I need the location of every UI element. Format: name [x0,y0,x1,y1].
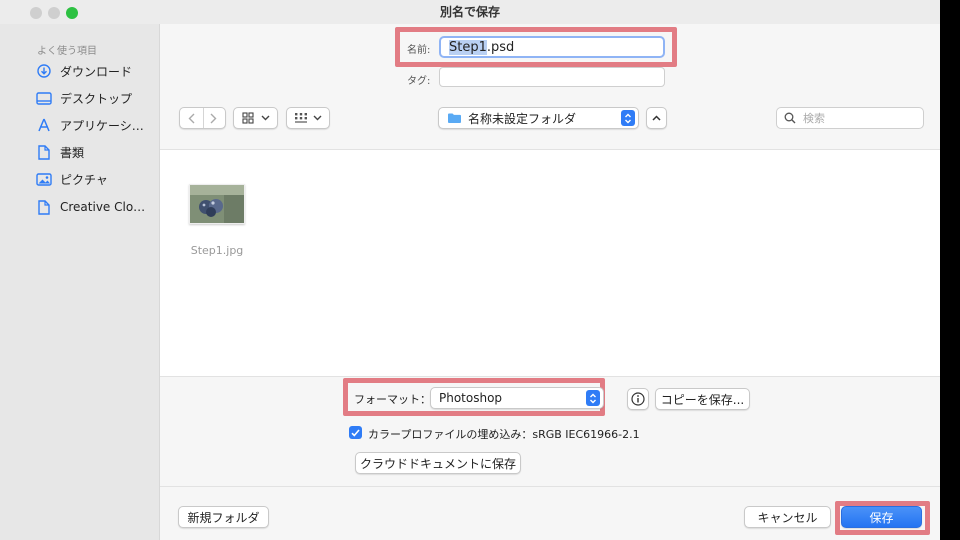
desktop-icon [36,90,52,106]
chevron-left-icon [188,113,195,123]
location-label: 名称未設定フォルダ [468,111,577,126]
cancel-button[interactable]: キャンセル [744,506,831,528]
forward-button[interactable] [203,108,226,128]
sidebar-item-downloads[interactable]: ダウンロード [36,61,156,81]
sidebar-item-label: アプリケーシ… [60,118,144,133]
minimize-window-button[interactable] [48,7,60,19]
close-window-button[interactable] [30,7,42,19]
footer-bar: 新規フォルダ キャンセル 保存 [160,486,940,540]
chevron-down-icon [313,115,322,121]
zoom-window-button[interactable] [66,7,78,19]
pictures-icon [36,171,52,187]
save-as-dialog: 別名で保存 よく使う項目 ダウンロード デスクトップ アプリケーシ… 書類 ピク… [0,0,940,540]
search-field[interactable]: 検索 [776,107,924,129]
sidebar-item-label: ピクチャ [60,172,108,187]
embed-profile-checkbox[interactable] [349,426,362,439]
sidebar-item-label: ダウンロード [60,64,133,79]
document-icon [36,144,52,160]
folder-icon [448,113,461,123]
main-panel: 名前: Step1.psd タグ: 名称未設定フォルダ 検索 Step1.jpg… [160,24,940,540]
tags-label: タグ: [407,76,431,87]
sidebar-item-creative-cloud[interactable]: Creative Clo… [36,197,156,217]
tags-field[interactable] [439,67,665,87]
back-button[interactable] [180,108,203,128]
title-bar: 別名で保存 [0,0,940,24]
sidebar: よく使う項目 ダウンロード デスクトップ アプリケーシ… 書類 ピクチャ Cre… [0,24,160,540]
format-value: Photoshop [439,391,503,405]
sidebar-item-label: 書類 [60,145,85,160]
chevron-right-icon [210,113,217,123]
format-label: フォーマット： [354,393,431,406]
file-thumbnail-image [190,185,244,223]
file-item[interactable] [189,184,245,224]
save-highlight-box [835,501,930,535]
grid-icon [241,112,254,124]
file-icon [36,199,52,215]
search-placeholder: 検索 [803,112,825,125]
group-mode-button[interactable] [286,107,330,129]
sidebar-item-label: デスクトップ [60,91,133,106]
sidebar-item-applications[interactable]: アプリケーシ… [36,115,156,135]
info-button[interactable] [627,388,649,410]
chevron-down-icon [261,115,269,121]
save-to-cloud-button[interactable]: クラウドドキュメントに保存 [355,452,521,474]
download-icon [36,63,52,79]
save-copy-button[interactable]: コピーを保存... [655,388,750,410]
sidebar-item-pictures[interactable]: ピクチャ [36,169,156,189]
view-mode-button[interactable] [233,107,278,129]
window-title: 別名で保存 [439,5,500,19]
name-highlight-box [395,27,677,67]
sidebar-heading: よく使う項目 [37,46,97,57]
collapse-button[interactable] [646,107,667,129]
updown-arrows-icon [586,390,600,406]
group-grid-icon [295,113,307,123]
format-popup[interactable]: Photoshop [430,387,604,409]
sidebar-item-desktop[interactable]: デスクトップ [36,88,156,108]
chevron-up-icon [652,115,661,121]
sidebar-item-documents[interactable]: 書類 [36,142,156,162]
updown-arrows-icon [621,110,635,126]
file-name: Step1.jpg [190,244,244,257]
info-icon [631,392,645,406]
sidebar-item-label: Creative Clo… [60,200,146,214]
embed-profile-label: カラープロファイルの埋め込み：sRGB IEC61966-2.1 [368,428,640,441]
back-forward-control [179,107,226,129]
new-folder-button[interactable]: 新規フォルダ [178,506,269,528]
file-browser: Step1.jpg [160,149,940,377]
applications-icon [36,117,52,133]
checkmark-icon [351,428,360,437]
location-popup[interactable]: 名称未設定フォルダ [438,107,639,129]
search-icon [784,112,796,124]
